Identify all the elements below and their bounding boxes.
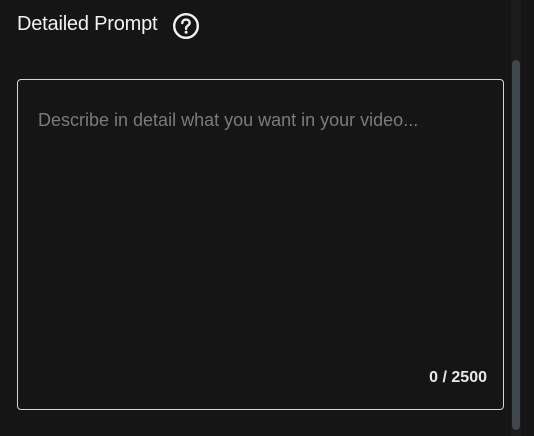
detailed-prompt-panel: Detailed Prompt 0 / 2500 xyxy=(0,0,534,436)
detailed-prompt-textarea[interactable] xyxy=(18,80,503,409)
scrollbar-thumb[interactable] xyxy=(512,60,520,430)
question-circle-icon-svg xyxy=(173,12,200,40)
prompt-header: Detailed Prompt xyxy=(17,9,200,40)
question-circle-icon[interactable] xyxy=(172,12,200,40)
character-counter: 0 / 2500 xyxy=(429,369,487,386)
section-title: Detailed Prompt xyxy=(17,13,158,35)
prompt-textarea-container: 0 / 2500 xyxy=(17,79,504,410)
